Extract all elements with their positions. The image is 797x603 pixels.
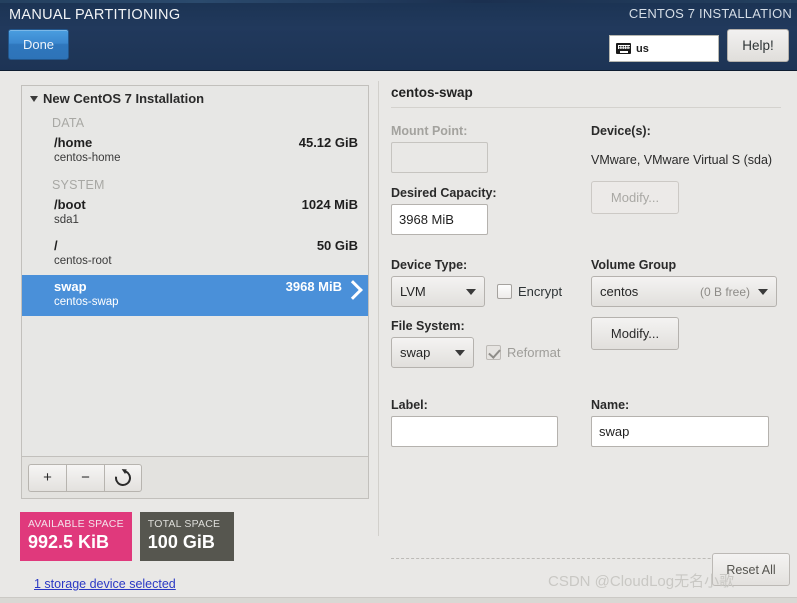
mount-point-label: Mount Point: xyxy=(391,124,468,138)
partition-size: 50 GiB xyxy=(316,238,358,253)
reset-all-button[interactable]: Reset All xyxy=(712,553,790,586)
installer-header: MANUAL PARTITIONING CENTOS 7 INSTALLATIO… xyxy=(0,0,797,71)
chevron-down-icon xyxy=(466,288,476,295)
encrypt-checkbox[interactable] xyxy=(497,284,512,299)
product-title: CENTOS 7 INSTALLATION xyxy=(628,6,792,21)
partition-list[interactable]: New CentOS 7 Installation DATA /home cen… xyxy=(21,85,369,457)
reload-partitions-button[interactable] xyxy=(104,463,142,492)
encrypt-checkbox-row[interactable]: Encrypt xyxy=(497,284,562,299)
installation-group-header[interactable]: New CentOS 7 Installation xyxy=(22,86,368,110)
chevron-down-icon xyxy=(758,288,768,295)
partition-device: centos-root xyxy=(54,255,112,267)
name-field-label: Name: xyxy=(591,398,630,412)
available-space-value: 992.5 KiB xyxy=(28,532,110,552)
installation-group-label: New CentOS 7 Installation xyxy=(43,91,205,106)
device-type-select[interactable]: LVM xyxy=(391,276,485,307)
table-row[interactable]: /boot sda1 1024 MiB xyxy=(22,193,368,234)
space-summary: AVAILABLE SPACE 992.5 KiB TOTAL SPACE 10… xyxy=(20,512,369,561)
file-system-label: File System: xyxy=(391,319,465,333)
storage-devices-link[interactable]: 1 storage device selected xyxy=(34,577,176,591)
devices-value: VMware, VMware Virtual S (sda) xyxy=(591,153,773,167)
table-row-selected[interactable]: swap centos-swap 3968 MiB xyxy=(22,275,368,316)
reformat-label: Reformat xyxy=(507,345,561,360)
available-space-box: AVAILABLE SPACE 992.5 KiB xyxy=(20,512,132,561)
detail-title: centos-swap xyxy=(391,85,473,100)
total-space-value: 100 GiB xyxy=(147,532,215,552)
keyboard-layout-label: us xyxy=(636,42,649,55)
available-space-caption: AVAILABLE SPACE xyxy=(28,518,124,530)
volume-group-value: centos xyxy=(600,284,639,299)
remove-partition-button[interactable]: − xyxy=(66,463,104,492)
partition-device: sda1 xyxy=(54,214,79,226)
reload-icon xyxy=(111,466,135,489)
devices-modify-button[interactable]: Modify... xyxy=(591,181,679,214)
desired-capacity-input[interactable]: 3968 MiB xyxy=(391,204,488,235)
partition-size: 3968 MiB xyxy=(285,279,342,294)
device-type-value: LVM xyxy=(400,284,426,299)
reformat-checkbox[interactable] xyxy=(486,345,501,360)
partition-device: centos-swap xyxy=(54,296,119,308)
page-title: MANUAL PARTITIONING xyxy=(9,7,181,23)
file-system-select[interactable]: swap xyxy=(391,337,474,368)
section-label-system: SYSTEM xyxy=(52,178,105,192)
volume-group-label: Volume Group xyxy=(591,258,677,272)
total-space-box: TOTAL SPACE 100 GiB xyxy=(139,512,234,561)
table-row[interactable]: / centos-root 50 GiB xyxy=(22,234,368,275)
section-label-data: DATA xyxy=(52,116,85,130)
detail-panel: centos-swap Mount Point: Desired Capacit… xyxy=(391,85,781,447)
label-input[interactable] xyxy=(391,416,558,447)
devices-label: Device(s): xyxy=(591,124,651,138)
device-type-label: Device Type: xyxy=(391,258,468,272)
help-button[interactable]: Help! xyxy=(727,29,789,62)
encrypt-label: Encrypt xyxy=(518,284,563,299)
column-divider xyxy=(378,81,379,536)
expand-triangle-icon[interactable] xyxy=(30,95,38,102)
desired-capacity-label: Desired Capacity: xyxy=(391,186,497,200)
partition-size: 1024 MiB xyxy=(301,197,358,212)
reformat-checkbox-row[interactable]: Reformat xyxy=(486,345,560,360)
label-field-label: Label: xyxy=(391,398,428,412)
done-button[interactable]: Done xyxy=(8,29,69,60)
volume-group-free: (0 B free) xyxy=(699,284,750,299)
partition-device: centos-home xyxy=(54,152,121,164)
total-space-caption: TOTAL SPACE xyxy=(147,518,221,530)
partition-mount: / xyxy=(54,238,58,253)
add-partition-button[interactable]: + xyxy=(28,463,66,492)
volume-group-select[interactable]: centos (0 B free) xyxy=(591,276,777,307)
bottom-bar xyxy=(0,597,797,603)
title-divider xyxy=(391,107,781,108)
left-column: New CentOS 7 Installation DATA /home cen… xyxy=(20,85,369,591)
table-row[interactable]: /home centos-home 45.12 GiB xyxy=(22,131,368,172)
name-input[interactable]: swap xyxy=(591,416,769,447)
keyboard-icon xyxy=(616,43,631,54)
mount-point-input[interactable] xyxy=(391,142,488,173)
keyboard-layout-indicator[interactable]: us xyxy=(609,35,719,62)
chevron-down-icon xyxy=(455,349,465,356)
partition-toolbar: + − xyxy=(21,457,369,499)
partition-size: 45.12 GiB xyxy=(298,135,358,150)
file-system-value: swap xyxy=(400,345,431,360)
volume-group-modify-button[interactable]: Modify... xyxy=(591,317,679,350)
main-content: New CentOS 7 Installation DATA /home cen… xyxy=(0,71,797,603)
